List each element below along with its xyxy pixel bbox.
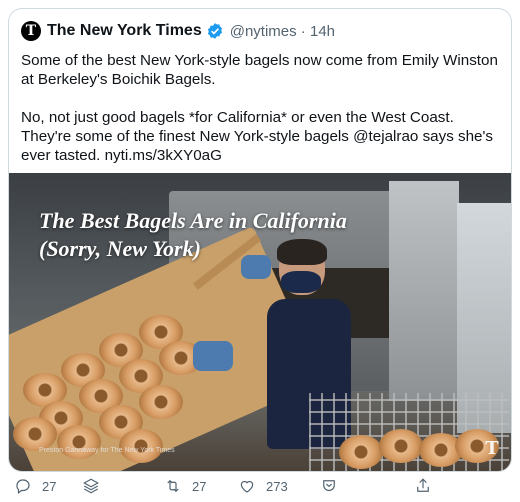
tweet-card[interactable]: T The New York Times @nytimes · 14h Some…: [8, 8, 512, 472]
photo-headline: The Best Bagels Are in California (Sorry…: [39, 207, 347, 263]
like-button[interactable]: 273: [238, 474, 288, 498]
tweet-paragraph-2[interactable]: No, not just good bagels *for California…: [21, 108, 505, 165]
like-count: 273: [266, 478, 288, 494]
tweet-header: T The New York Times @nytimes · 14h: [21, 20, 335, 42]
oven-panel: [389, 181, 459, 401]
reply-icon: [16, 479, 30, 494]
bookmark-shield-icon: [323, 480, 335, 492]
bagel: [119, 429, 163, 463]
glove: [193, 341, 233, 371]
tweet-actions: 27 27 273: [0, 474, 520, 498]
bagel: [339, 435, 383, 469]
face-mask: [281, 271, 321, 293]
share-icon: [417, 478, 429, 492]
bagel: [13, 417, 57, 451]
tweet-photo[interactable]: The Best Bagels Are in California (Sorry…: [9, 173, 511, 471]
reply-count: 27: [42, 478, 57, 494]
retweet-count: 27: [192, 478, 207, 494]
bookmark-button[interactable]: [320, 474, 338, 498]
bagel: [139, 385, 183, 419]
stack-button[interactable]: [82, 474, 100, 498]
stack-icon: [83, 478, 99, 494]
tweet-text: Some of the best New York-style bagels n…: [21, 51, 505, 165]
verified-badge-icon: [206, 22, 224, 40]
photo-credit: Preston Gannaway for The New York Times: [39, 447, 175, 454]
share-button[interactable]: [414, 474, 432, 498]
retweet-icon: [167, 479, 179, 493]
logo-letter: T: [25, 23, 37, 39]
tweet-paragraph-1: Some of the best New York-style bagels n…: [21, 52, 503, 88]
retweet-button[interactable]: 27: [164, 474, 206, 498]
headline-line-1: The Best Bagels Are in California: [39, 208, 347, 233]
headline-line-2: (Sorry, New York): [39, 236, 201, 261]
nyt-logo-icon[interactable]: T: [21, 21, 41, 41]
author-name[interactable]: The New York Times: [47, 22, 202, 40]
nyt-watermark-icon: T: [485, 438, 499, 459]
handle-and-time[interactable]: @nytimes · 14h: [230, 23, 335, 40]
bagel: [379, 429, 423, 463]
reply-button[interactable]: 27: [14, 474, 56, 498]
heart-icon: [240, 480, 254, 493]
